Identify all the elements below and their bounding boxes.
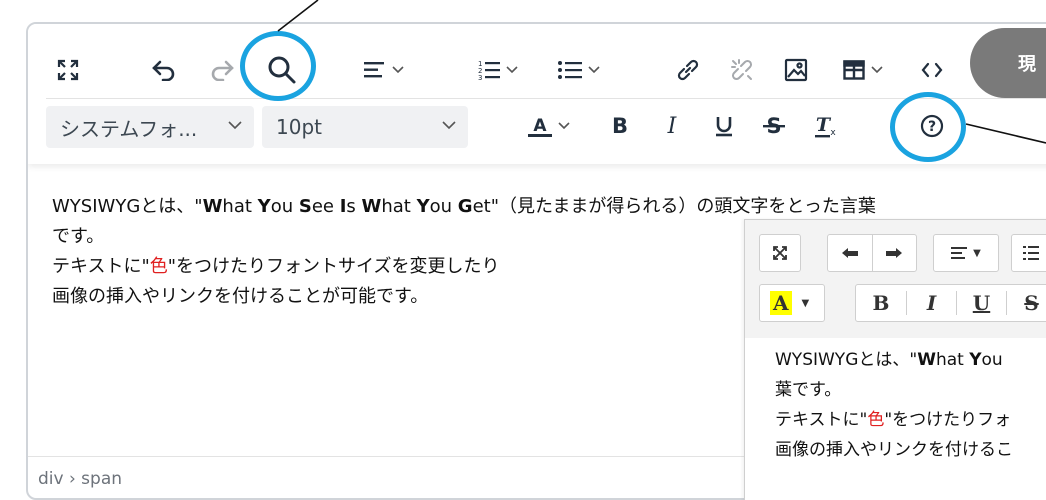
comparison-line-4: 画像の挿入やリンクを付けるこ [775, 440, 1013, 460]
help-icon[interactable]: ? [912, 106, 952, 146]
fullscreen-icon[interactable] [50, 50, 86, 90]
table-icon[interactable] [832, 50, 894, 90]
format-button-group: B I U S [855, 284, 1046, 322]
chevron-down-icon [506, 66, 518, 74]
font-family-value: システムフォ... [60, 116, 198, 141]
code-icon[interactable] [914, 50, 950, 90]
italic-icon[interactable]: I [906, 291, 956, 315]
toolbar-row-1: 123 [28, 50, 1046, 98]
svg-text:3: 3 [478, 74, 482, 81]
font-family-select[interactable]: システムフォ... [46, 106, 254, 148]
text-color-icon[interactable]: A [518, 106, 580, 146]
comparison-line-1: WYSIWYGとは、"What You [775, 350, 1003, 370]
toolbar-row-2: システムフォ... 10pt A B I S T x ? [28, 104, 1046, 152]
callout-bubble: 現 [970, 28, 1046, 98]
svg-text:A: A [533, 116, 547, 136]
bold-icon[interactable]: B [602, 106, 638, 146]
unlink-icon[interactable] [724, 50, 760, 90]
link-icon[interactable] [670, 50, 706, 90]
fullscreen-icon[interactable] [759, 234, 801, 272]
undo-icon[interactable] [828, 247, 872, 259]
italic-icon[interactable]: I [654, 106, 690, 146]
undo-redo-group [827, 234, 917, 272]
strikethrough-icon[interactable]: S [756, 106, 792, 146]
svg-text:x: x [830, 128, 836, 138]
underline-icon[interactable]: U [956, 291, 1006, 315]
underline-icon[interactable] [706, 106, 742, 146]
numbered-list-icon[interactable]: 123 [468, 50, 528, 90]
toolbar-divider [46, 98, 1046, 99]
redo-icon[interactable] [871, 235, 916, 271]
clear-format-icon[interactable]: Tx [808, 106, 844, 146]
align-icon[interactable]: ▼ [933, 234, 999, 272]
font-size-select[interactable]: 10pt [262, 106, 468, 148]
search-icon[interactable] [262, 50, 302, 90]
redo-icon[interactable] [204, 50, 240, 90]
chevron-down-icon [558, 122, 570, 130]
align-icon[interactable] [354, 50, 414, 90]
comparison-content: WYSIWYGとは、"What You 葉です。 テキストに"色"をつけたりフォ… [745, 345, 1046, 465]
comparison-line-3: テキストに"色"をつけたりフォ [775, 410, 1012, 430]
image-icon[interactable] [778, 50, 814, 90]
text-color-icon[interactable]: A ▼ [759, 284, 825, 322]
toolbar: 123 システムフォ... 10pt A B I S T x ? [28, 24, 1046, 164]
svg-text:B: B [612, 114, 628, 138]
list-icon[interactable] [1011, 234, 1046, 272]
chevron-down-icon [392, 66, 404, 74]
svg-text:I: I [667, 114, 678, 138]
strikethrough-icon[interactable]: S [1006, 291, 1046, 315]
content-line-1: WYSIWYGとは、"What You See Is What You Get"… [52, 196, 876, 217]
chevron-down-icon [442, 121, 456, 130]
bold-icon[interactable]: B [856, 291, 906, 315]
element-path[interactable]: div › span [38, 469, 122, 489]
undo-icon[interactable] [146, 50, 182, 90]
comparison-line-2: 葉です。 [775, 380, 842, 400]
chevron-down-icon [228, 121, 242, 130]
chevron-down-icon [871, 66, 883, 74]
font-size-value: 10pt [276, 115, 322, 139]
chevron-down-icon [588, 66, 600, 74]
bullet-list-icon[interactable] [548, 50, 610, 90]
svg-text:?: ? [928, 119, 936, 135]
comparison-editor: ▼ A ▼ B I U S WYSIWYGとは、"What You 葉です。 テ… [744, 219, 1046, 500]
comparison-toolbar: ▼ A ▼ B I U S [745, 220, 1046, 338]
